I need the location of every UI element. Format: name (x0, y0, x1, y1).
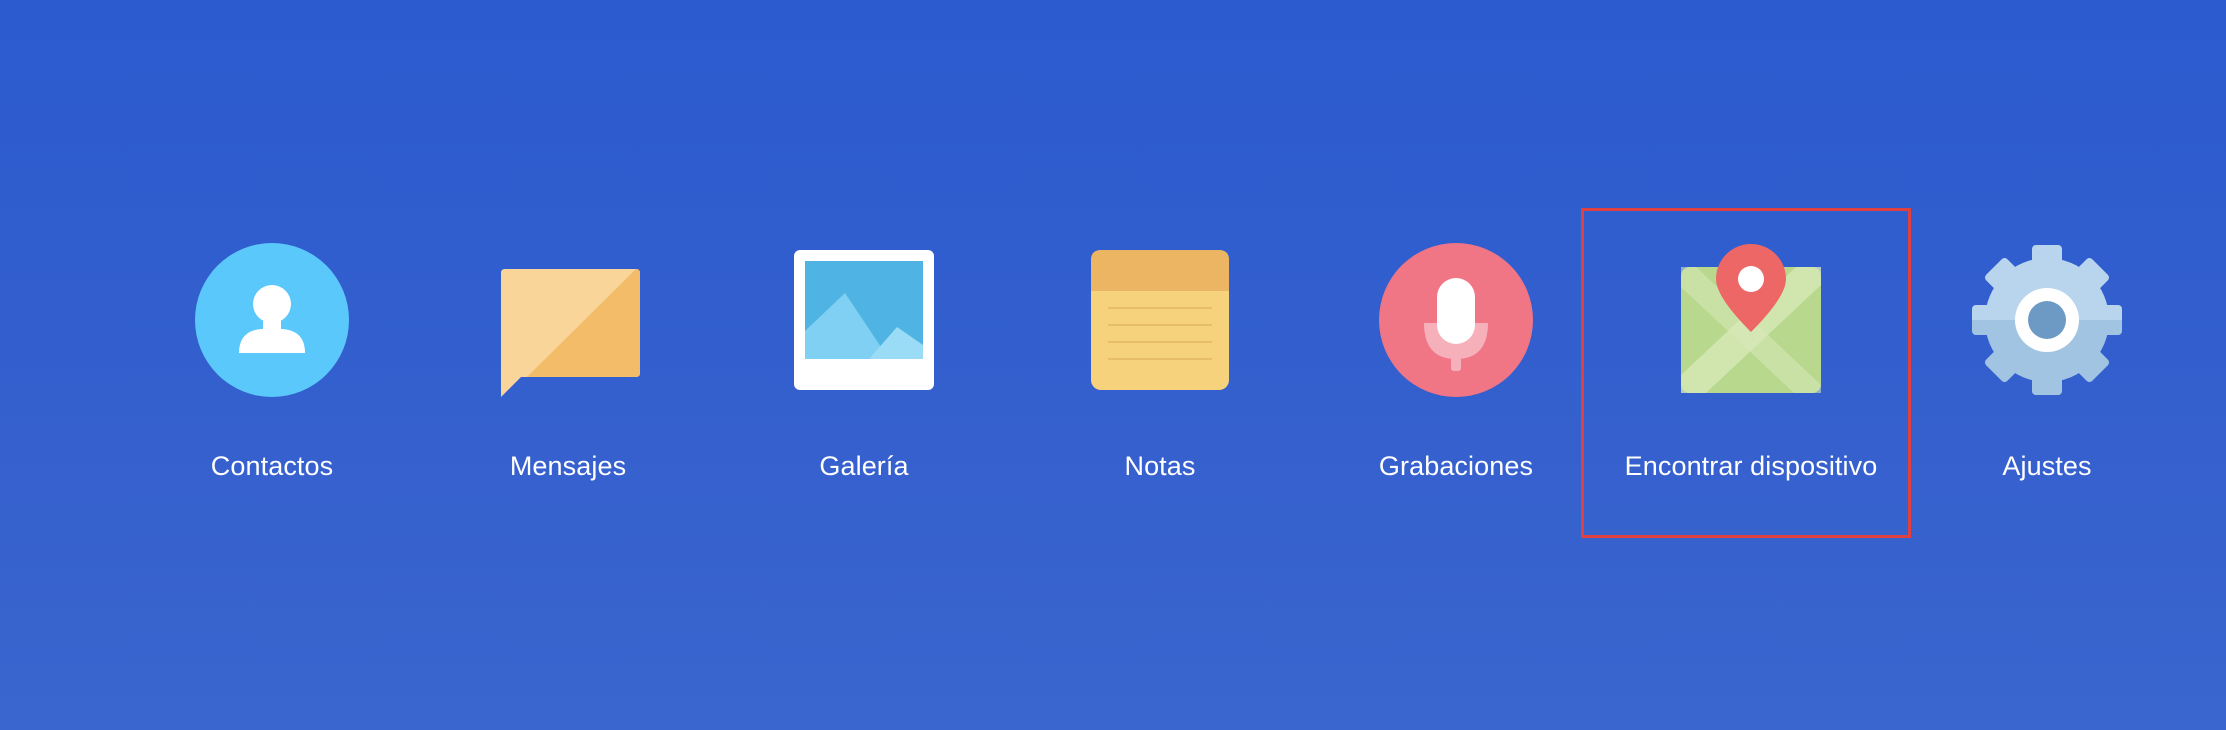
gallery-icon (779, 235, 949, 405)
contacts-icon (187, 235, 357, 405)
app-encontrar-dispositivo[interactable]: Encontrar dispositivo (1591, 0, 1911, 730)
app-mensajes[interactable]: Mensajes (408, 0, 728, 730)
app-label: Mensajes (509, 451, 627, 481)
notes-icon (1075, 235, 1245, 405)
app-label: Encontrar dispositivo (1624, 451, 1878, 481)
app-ajustes[interactable]: Ajustes (1887, 0, 2207, 730)
app-notas[interactable]: Notas (1000, 0, 1320, 730)
app-label: Notas (1124, 451, 1196, 481)
microphone-icon (1371, 235, 1541, 405)
app-galeria[interactable]: Galería (704, 0, 1024, 730)
app-grabaciones[interactable]: Grabaciones (1296, 0, 1616, 730)
app-label: Grabaciones (1378, 451, 1534, 481)
app-contactos[interactable]: Contactos (112, 0, 432, 730)
map-pin-icon (1666, 235, 1836, 405)
messages-icon (483, 235, 653, 405)
app-label: Galería (819, 451, 909, 481)
app-label: Contactos (210, 451, 334, 481)
app-label: Ajustes (2002, 451, 2092, 481)
gear-icon (1962, 235, 2132, 405)
